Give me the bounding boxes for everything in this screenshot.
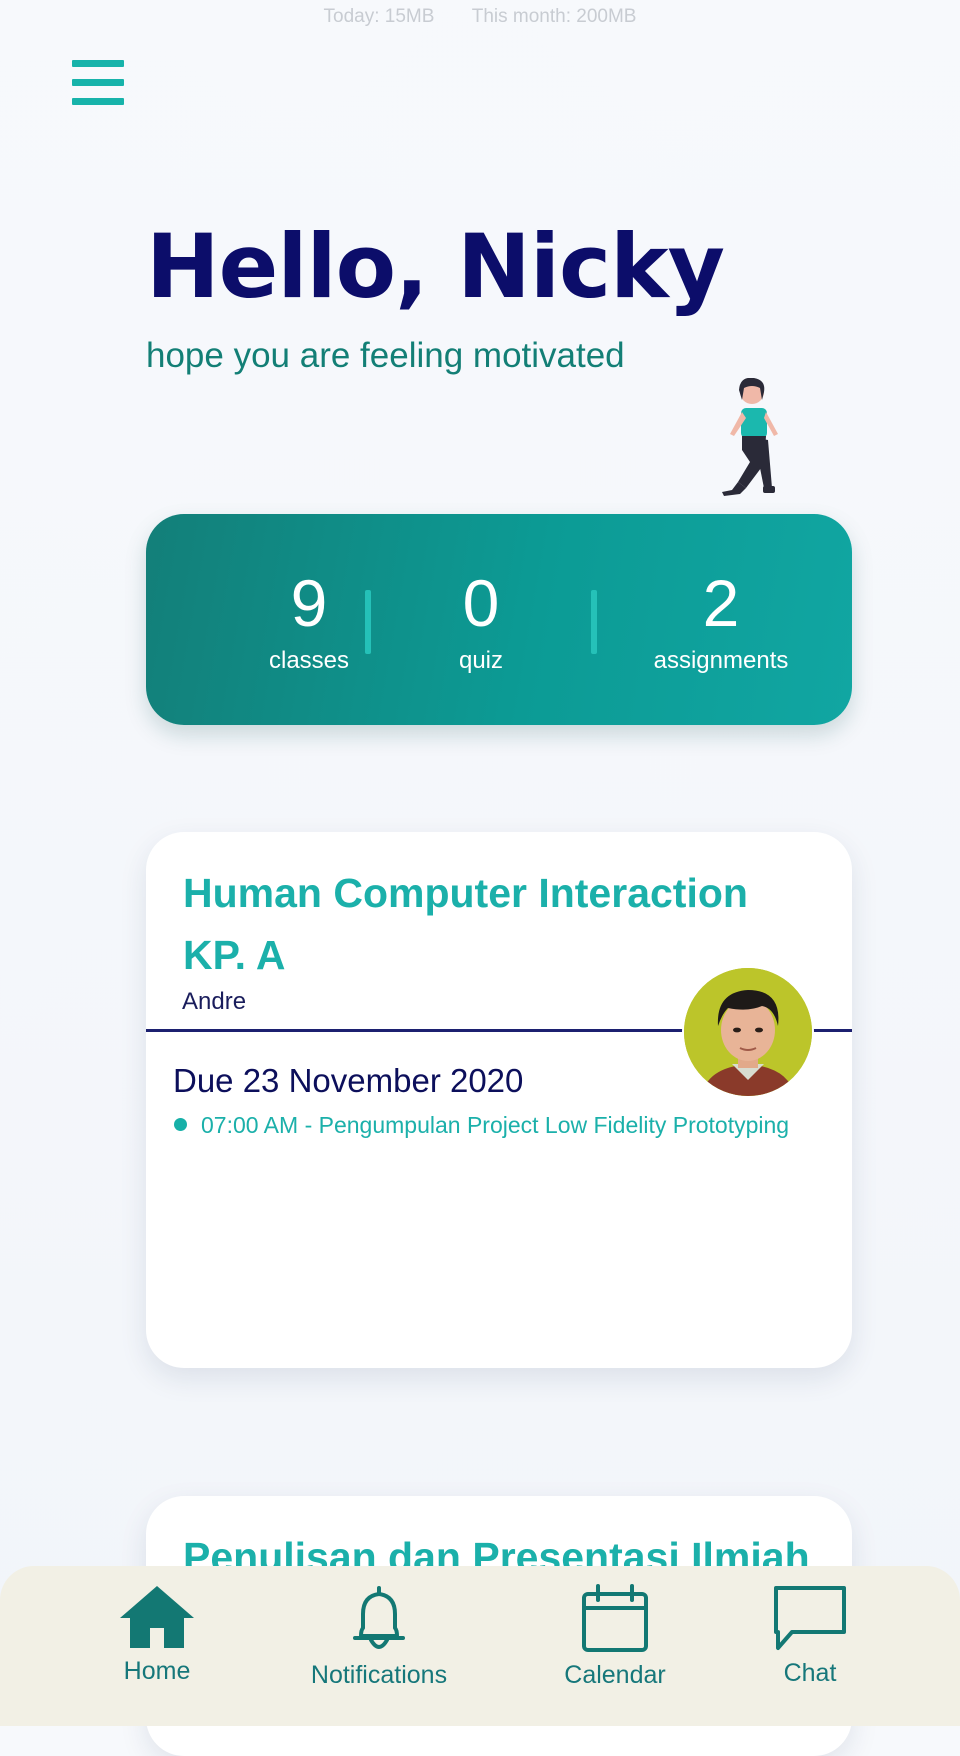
assignment-item[interactable]: 07:00 AM - Pengumpulan Project Low Fidel… [174, 1112, 789, 1139]
stat-assignments-value: 2 [702, 566, 740, 640]
data-usage-today: Today: 15MB [323, 6, 435, 27]
chat-icon [774, 1586, 846, 1650]
nav-notifications[interactable]: Notifications [304, 1584, 454, 1690]
nav-home[interactable]: Home [108, 1584, 206, 1686]
greeting-title: Hello, Nicky [146, 215, 725, 318]
nav-chat-label: Chat [783, 1659, 837, 1687]
stat-divider [591, 590, 597, 654]
data-usage-bar: Today: 15MB This month: 200MB [0, 6, 960, 28]
stat-classes-label: classes [268, 647, 350, 674]
bell-icon [353, 1586, 405, 1649]
lecturer-name: Andre [182, 988, 247, 1015]
menu-icon[interactable] [72, 60, 124, 106]
due-date: Due 23 November 2020 [173, 1062, 524, 1099]
summary-stats-card: 9 classes 0 quiz 2 assignments [146, 514, 852, 725]
walking-woman-illustration [722, 378, 778, 496]
stat-assignments-label: assignments [653, 647, 789, 674]
assignment-text: 07:00 AM - Pengumpulan Project Low Fidel… [201, 1112, 790, 1138]
nav-calendar-label: Calendar [564, 1661, 666, 1689]
course-card[interactable]: Human Computer Interaction KP. A Andre D… [146, 832, 852, 1368]
lecturer-avatar [682, 966, 814, 1098]
stat-quiz[interactable]: 0 quiz [381, 564, 581, 676]
data-usage-month: This month: 200MB [471, 6, 637, 27]
stat-quiz-label: quiz [458, 647, 504, 674]
greeting-subtitle: hope you are feeling motivated [146, 336, 625, 375]
nav-notifications-label: Notifications [310, 1661, 448, 1689]
stat-assignments[interactable]: 2 assignments [621, 564, 821, 676]
stat-divider [365, 590, 371, 654]
bullet-icon [174, 1118, 187, 1132]
stat-quiz-value: 0 [462, 566, 500, 640]
bottom-navigation: Home Notifications Calendar Chat [0, 1566, 960, 1726]
course-title: Human Computer Interaction KP. A [183, 870, 748, 978]
home-icon [120, 1586, 194, 1648]
nav-calendar[interactable]: Calendar [560, 1584, 670, 1690]
stat-classes[interactable]: 9 classes [209, 564, 409, 676]
nav-chat[interactable]: Chat [760, 1584, 860, 1688]
stat-classes-value: 9 [290, 566, 328, 640]
nav-home-label: Home [123, 1657, 191, 1685]
calendar-icon [582, 1584, 648, 1652]
